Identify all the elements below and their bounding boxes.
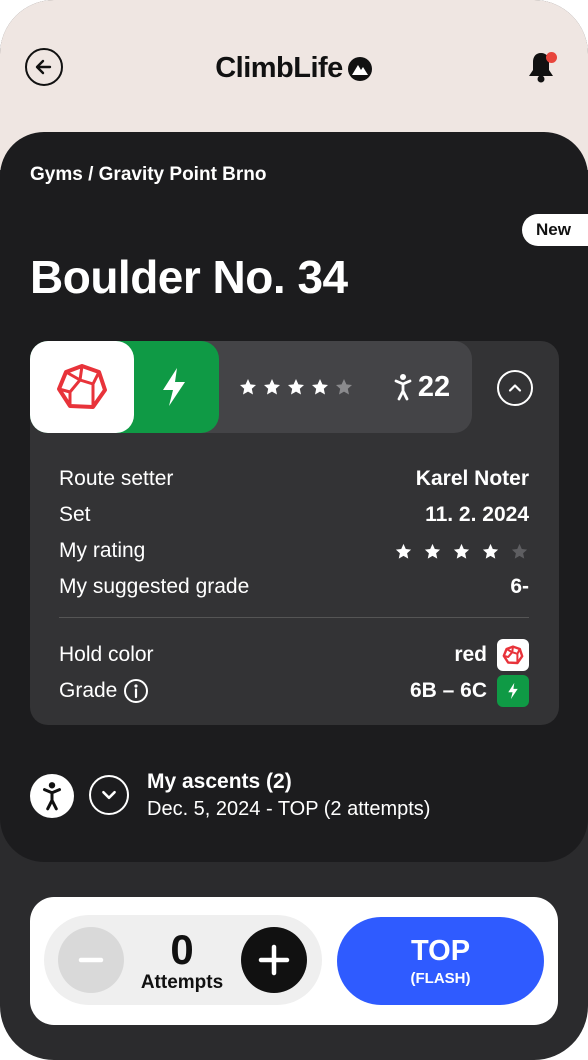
route-rating-stars	[238, 377, 354, 397]
top-button-sublabel: (FLASH)	[410, 969, 471, 987]
my-rating-stars[interactable]	[394, 542, 529, 561]
star-filled-icon	[453, 543, 470, 559]
star-empty-icon	[511, 543, 528, 559]
latest-ascent: Dec. 5, 2024 - TOP (2 attempts)	[147, 798, 431, 820]
ascent-count-chip: 22	[372, 341, 472, 433]
climber-icon	[43, 782, 61, 811]
expand-ascents-button[interactable]	[89, 775, 129, 815]
ascent-count: 22	[417, 370, 451, 403]
ascent-climber-avatar	[30, 774, 74, 818]
grade-label: Grade	[59, 679, 118, 702]
suggested-grade-label: My suggested grade	[59, 575, 250, 598]
ascents-title[interactable]: My ascents (2)	[147, 770, 292, 794]
set-date-row: Set 11. 2. 2024	[59, 497, 529, 533]
top-button-label: TOP	[410, 934, 471, 967]
route-info-list: Route setter Karel Noter Set 11. 2. 2024…	[59, 461, 529, 605]
route-setter-label: Route setter	[59, 467, 174, 490]
my-rating-row: My rating	[59, 533, 529, 569]
route-setter-row: Route setter Karel Noter	[59, 461, 529, 497]
hold-color-value: red	[454, 643, 487, 666]
grade-row: Grade 6B – 6C	[59, 673, 529, 709]
collapse-details-button[interactable]	[497, 370, 533, 406]
route-summary-chips: 22	[30, 341, 472, 433]
hold-icon	[57, 364, 107, 409]
set-value: 11. 2. 2024	[425, 503, 529, 526]
plus-icon	[258, 944, 290, 976]
top-button[interactable]: TOP (FLASH)	[337, 917, 544, 1005]
grade-value: 6B – 6C	[409, 679, 487, 702]
new-badge: New	[522, 214, 588, 246]
increment-attempts-button[interactable]	[241, 927, 307, 993]
attempts-count: 0	[170, 926, 194, 973]
climber-icon	[394, 374, 412, 401]
suggested-grade-row: My suggested grade 6-	[59, 569, 529, 605]
hold-color-chip	[30, 341, 134, 433]
hold-color-swatch	[497, 639, 529, 671]
star-empty-icon	[336, 379, 352, 395]
app-screen: ClimbLife Gyms / Gravity Point Brno New …	[0, 0, 588, 1060]
notification-dot	[546, 52, 557, 63]
star-filled-icon	[240, 379, 256, 395]
star-filled-icon	[395, 543, 412, 559]
hold-grade-list: Hold color red Grade 6B – 6C	[59, 637, 529, 709]
hold-color-value-group: red	[454, 639, 529, 671]
star-filled-icon	[424, 543, 441, 559]
my-rating-label: My rating	[59, 539, 146, 562]
chevron-down-icon	[102, 790, 116, 800]
route-setter-value: Karel Noter	[415, 467, 529, 490]
info-icon[interactable]	[123, 678, 149, 704]
hold-color-label: Hold color	[59, 643, 154, 666]
breadcrumb[interactable]: Gyms / Gravity Point Brno	[30, 164, 267, 186]
attempts-label: Attempts	[140, 972, 224, 993]
bolt-icon	[508, 682, 518, 700]
star-filled-icon	[312, 379, 328, 395]
app-logo: ClimbLife	[0, 52, 588, 85]
set-label: Set	[59, 503, 91, 526]
app-title: ClimbLife	[215, 52, 343, 84]
star-filled-icon	[482, 543, 499, 559]
bolt-icon	[163, 368, 185, 406]
mountain-logo-icon	[347, 56, 372, 81]
divider	[59, 617, 529, 618]
decrement-attempts-button[interactable]	[58, 927, 124, 993]
star-filled-icon	[288, 379, 304, 395]
grade-label-group: Grade	[59, 678, 149, 704]
hold-color-row: Hold color red	[59, 637, 529, 673]
page-title: Boulder No. 34	[30, 251, 348, 303]
chevron-up-icon	[508, 384, 522, 392]
grade-swatch	[497, 675, 529, 707]
minus-icon	[78, 957, 104, 963]
star-filled-icon	[264, 379, 280, 395]
grade-value-group: 6B – 6C	[410, 675, 529, 707]
suggested-grade-value[interactable]: 6-	[510, 575, 529, 599]
hold-icon	[502, 645, 524, 665]
